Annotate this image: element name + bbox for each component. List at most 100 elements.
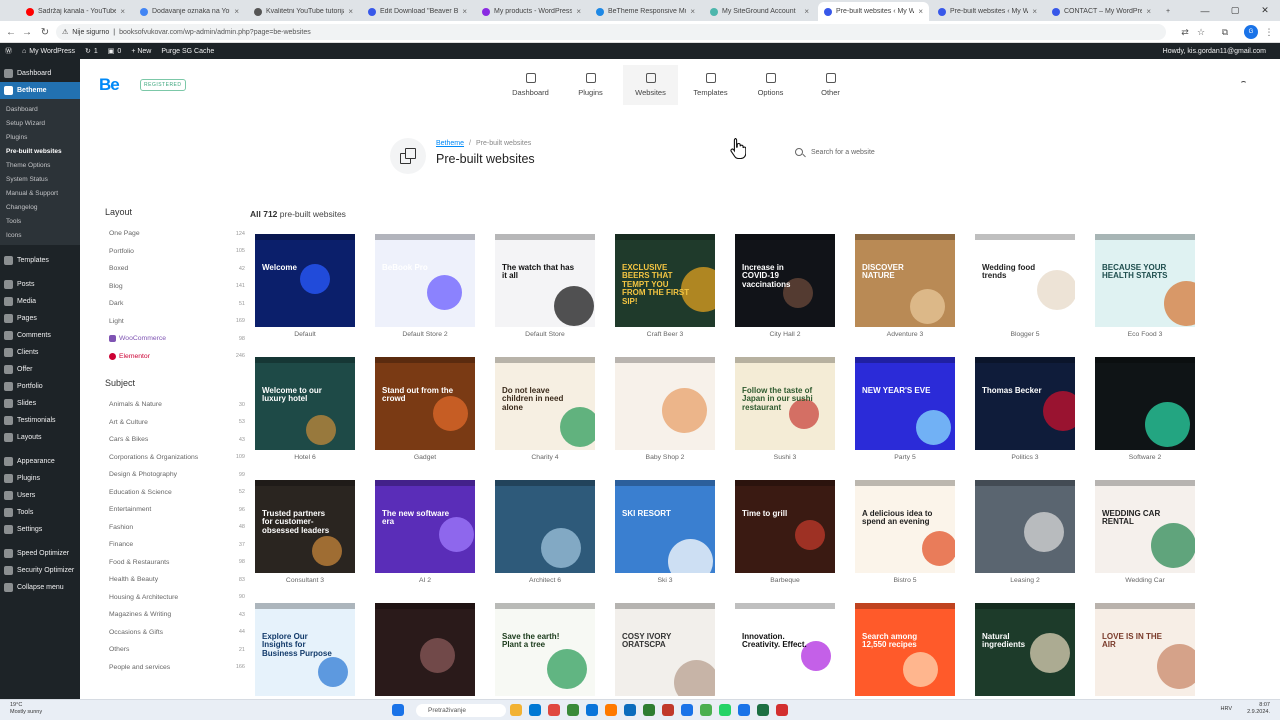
- website-thumbnail[interactable]: Save the earth! Plant a tree: [495, 603, 595, 696]
- website-thumbnail[interactable]: Thomas Becker: [975, 357, 1075, 450]
- updates-link[interactable]: ↻ 1: [80, 47, 103, 56]
- menu-testimonials[interactable]: Testimonials: [0, 412, 80, 429]
- menu-speed-optimizer[interactable]: Speed Optimizer: [0, 545, 80, 562]
- website-thumbnail[interactable]: BECAUSE YOUR HEALTH STARTS: [1095, 234, 1195, 327]
- menu-tools[interactable]: Tools: [0, 504, 80, 521]
- profile-avatar[interactable]: G: [1244, 25, 1258, 39]
- store-icon[interactable]: [586, 704, 598, 716]
- menu-dashboard[interactable]: Dashboard: [0, 65, 80, 82]
- filter-blog[interactable]: Blog 141: [105, 278, 245, 296]
- website-thumbnail[interactable]: The watch that has it all: [495, 234, 595, 327]
- website-card[interactable]: Increase in COVID-19 vaccinations City Ha…: [735, 234, 835, 342]
- website-card[interactable]: Explore Our Insights for Business Purpos…: [255, 603, 355, 699]
- website-thumbnail[interactable]: Stand out from the crowd: [375, 357, 475, 450]
- website-card[interactable]: SKI RESORT Ski 3: [615, 480, 715, 588]
- filter-entertainment[interactable]: Entertainment 96: [105, 501, 245, 519]
- submenu-icons[interactable]: Icons: [0, 228, 80, 242]
- forward-icon[interactable]: →: [20, 25, 34, 39]
- purge-cache-link[interactable]: Purge SG Cache: [156, 48, 219, 55]
- site-name-link[interactable]: ⌂ My WordPress: [17, 48, 80, 55]
- submenu-system-status[interactable]: System Status: [0, 172, 80, 186]
- menu-pages[interactable]: Pages: [0, 310, 80, 327]
- minimize-button[interactable]: —: [1190, 0, 1220, 21]
- sheets-icon[interactable]: [757, 704, 769, 716]
- chrome-icon[interactable]: [681, 704, 693, 716]
- website-thumbnail[interactable]: LOVE IS IN THE AIR: [1095, 603, 1195, 696]
- website-thumbnail[interactable]: Innovation. Creativity. Effect.: [735, 603, 835, 696]
- menu-plugins[interactable]: Plugins: [0, 470, 80, 487]
- filter-dark[interactable]: Dark 51: [105, 295, 245, 313]
- tab-close-icon[interactable]: ×: [576, 7, 581, 16]
- camtasia-icon[interactable]: [700, 704, 712, 716]
- menu-users[interactable]: Users: [0, 487, 80, 504]
- menu-settings[interactable]: Settings: [0, 521, 80, 538]
- website-card[interactable]: Do not leave children in need alone Chari…: [495, 357, 595, 465]
- word-icon[interactable]: [624, 704, 636, 716]
- tab-close-icon[interactable]: ×: [804, 7, 809, 16]
- website-thumbnail[interactable]: Do not leave children in need alone: [495, 357, 595, 450]
- close-window-button[interactable]: ✕: [1250, 0, 1280, 21]
- website-card[interactable]: EXCLUSIVE BEERS THAT TEMPT YOU FROM THE …: [615, 234, 715, 342]
- website-thumbnail[interactable]: EXCLUSIVE BEERS THAT TEMPT YOU FROM THE …: [615, 234, 715, 327]
- website-card[interactable]: Welcome Default: [255, 234, 355, 342]
- website-card[interactable]: Time to grill Barbeque: [735, 480, 835, 588]
- submenu-plugins[interactable]: Plugins: [0, 130, 80, 144]
- tab-close-icon[interactable]: ×: [234, 7, 239, 16]
- website-thumbnail[interactable]: Increase in COVID-19 vaccinations: [735, 234, 835, 327]
- browser-tab-8[interactable]: Pre-built websites ‹ My WordPress×: [818, 2, 929, 21]
- menu-clients[interactable]: Clients: [0, 344, 80, 361]
- website-thumbnail[interactable]: A delicious idea to spend an evening: [855, 480, 955, 573]
- filter-boxed[interactable]: Boxed 42: [105, 260, 245, 278]
- nav-other[interactable]: Other: [803, 65, 858, 105]
- website-thumbnail[interactable]: [615, 357, 715, 450]
- new-content-link[interactable]: + New: [126, 48, 156, 55]
- menu-appearance[interactable]: Appearance: [0, 453, 80, 470]
- browser-tab-4[interactable]: Edit Download "Beaver Builder"×: [362, 2, 473, 21]
- nav-websites[interactable]: Websites: [623, 65, 678, 105]
- filter-animals-nature[interactable]: Animals & Nature 30: [105, 396, 245, 414]
- website-thumbnail[interactable]: Trusted partners for customer-obsessed l…: [255, 480, 355, 573]
- website-card[interactable]: Leasing 2: [975, 480, 1075, 588]
- menu-betheme[interactable]: Betheme: [0, 82, 80, 99]
- filter-woocommerce[interactable]: WooCommerce 98: [105, 330, 245, 348]
- clock[interactable]: 8:07 2.9.2024.: [1247, 702, 1270, 716]
- tab-close-icon[interactable]: ×: [462, 7, 467, 16]
- filter-cars-bikes[interactable]: Cars & Bikes 43: [105, 431, 245, 449]
- photos-icon[interactable]: [567, 704, 579, 716]
- submenu-changelog[interactable]: Changelog: [0, 200, 80, 214]
- tab-close-icon[interactable]: ×: [690, 7, 695, 16]
- menu-templates[interactable]: Templates: [0, 252, 80, 269]
- website-thumbnail[interactable]: COSY IVORY ORATSCPA: [615, 603, 715, 696]
- filter-design-photography[interactable]: Design & Photography 99: [105, 466, 245, 484]
- submenu-pre-built-websites[interactable]: Pre-built websites: [0, 144, 80, 158]
- howdy-account[interactable]: Howdy, kis.gordan11@gmail.com: [1158, 48, 1280, 55]
- website-thumbnail[interactable]: Welcome to our luxury hotel: [255, 357, 355, 450]
- website-thumbnail[interactable]: Follow the taste of Japan in our sushi r…: [735, 357, 835, 450]
- website-thumbnail[interactable]: Natural ingredients: [975, 603, 1075, 696]
- filter-others[interactable]: Others 21: [105, 641, 245, 659]
- menu-security-optimizer[interactable]: Security Optimizer: [0, 562, 80, 579]
- website-card[interactable]: Baby Shop 2: [615, 357, 715, 465]
- filter-housing-architecture[interactable]: Housing & Architecture 90: [105, 589, 245, 607]
- submenu-dashboard[interactable]: Dashboard: [0, 102, 80, 116]
- browser-tab-2[interactable]: Dodavanje oznaka na YouTube ×: [134, 2, 245, 21]
- address-bar[interactable]: ⚠ Nije sigurno | booksofvukovar.com/wp-a…: [56, 24, 1166, 40]
- website-card[interactable]: Software 2: [1095, 357, 1195, 465]
- website-thumbnail[interactable]: DISCOVER NATURE: [855, 234, 955, 327]
- website-card[interactable]: The new software era AI 2: [375, 480, 475, 588]
- website-thumbnail[interactable]: BeBook Pro: [375, 234, 475, 327]
- filter-light[interactable]: Light 169: [105, 313, 245, 331]
- website-thumbnail[interactable]: [495, 480, 595, 573]
- website-search[interactable]: Search for a website: [795, 145, 955, 159]
- submenu-setup-wizard[interactable]: Setup Wizard: [0, 116, 80, 130]
- weather-widget[interactable]: 19°C Mostly sunny: [10, 702, 42, 715]
- new-tab-button[interactable]: +: [1160, 2, 1176, 21]
- language-indicator[interactable]: HRV: [1220, 706, 1232, 712]
- submenu-manual-support[interactable]: Manual & Support: [0, 186, 80, 200]
- submenu-tools[interactable]: Tools: [0, 214, 80, 228]
- tab-close-icon[interactable]: ×: [1032, 7, 1037, 16]
- filter-portfolio[interactable]: Portfolio 105: [105, 243, 245, 261]
- extensions-icon[interactable]: ⧉: [1218, 25, 1232, 39]
- filter-one-page[interactable]: One Page 124: [105, 225, 245, 243]
- website-thumbnail[interactable]: The new software era: [375, 480, 475, 573]
